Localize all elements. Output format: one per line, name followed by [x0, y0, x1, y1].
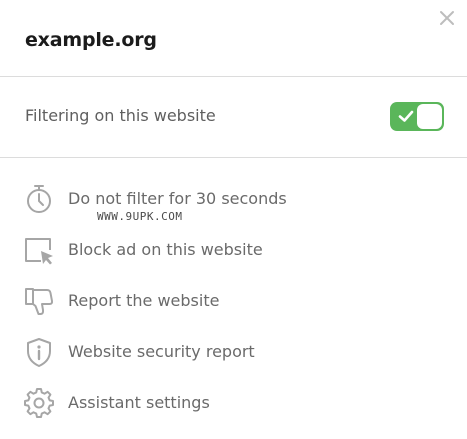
menu-item-label: Do not filter for 30 seconds — [68, 189, 287, 208]
gear-icon — [23, 387, 55, 419]
toggle-knob — [417, 104, 442, 129]
panel-header: example.org — [0, 0, 467, 76]
filter-divider — [0, 157, 467, 158]
menu-item-label: Block ad on this website — [68, 240, 263, 259]
filtering-label: Filtering on this website — [25, 106, 216, 125]
menu-item-label: Assistant settings — [68, 393, 210, 412]
watermark-text: WWW.9UPK.COM — [97, 210, 183, 223]
site-title: example.org — [25, 29, 157, 51]
thumbs-down-icon — [23, 285, 55, 317]
shield-info-icon — [23, 336, 55, 368]
filtering-row: Filtering on this website — [0, 77, 467, 157]
menu-item-label: Website security report — [68, 342, 255, 361]
menu-item-label: Report the website — [68, 291, 220, 310]
menu-item-security-report[interactable]: Website security report — [0, 326, 467, 376]
filtering-toggle[interactable] — [390, 102, 444, 131]
block-element-icon — [23, 234, 55, 266]
menu-item-assistant-settings[interactable]: Assistant settings — [0, 377, 467, 427]
stopwatch-icon — [23, 183, 55, 215]
assistant-panel: example.org Filtering on this website Do… — [0, 0, 467, 439]
menu-item-report-website[interactable]: Report the website — [0, 275, 467, 325]
menu-item-block-ad[interactable]: Block ad on this website — [0, 224, 467, 274]
checkmark-icon — [397, 107, 415, 125]
menu-item-pause-filtering[interactable]: Do not filter for 30 seconds — [0, 173, 467, 223]
close-icon[interactable] — [437, 8, 457, 28]
